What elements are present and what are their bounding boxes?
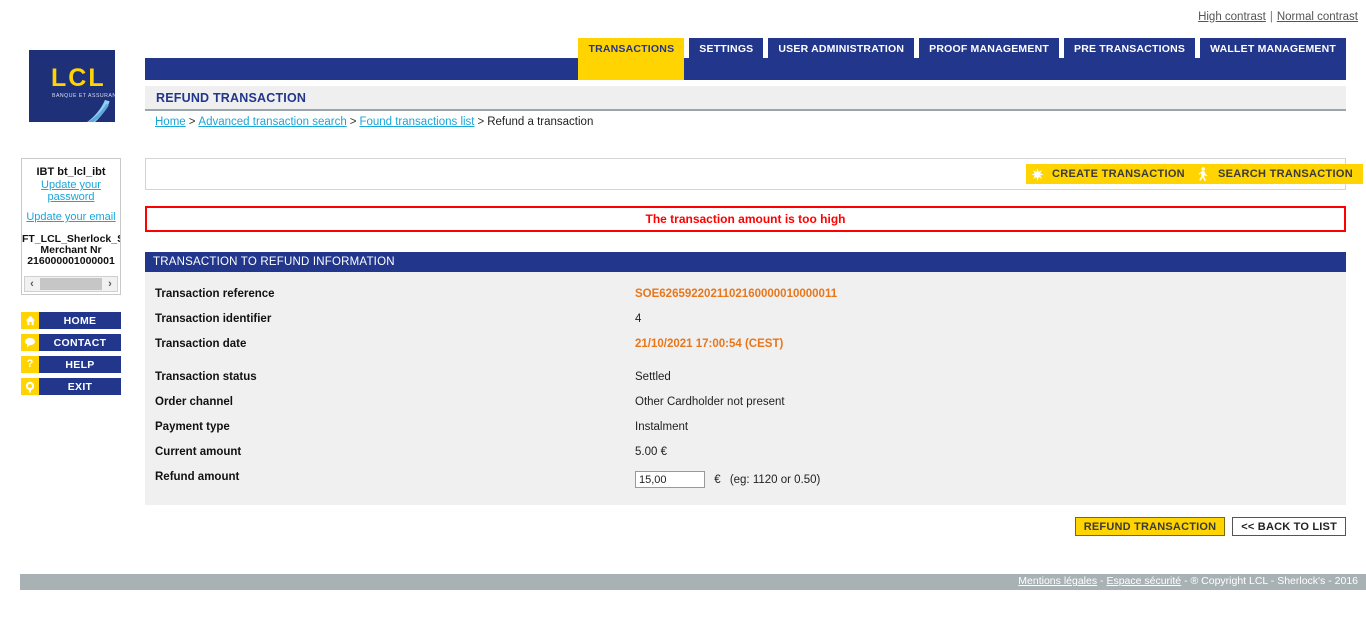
legal-notice-link[interactable]: Mentions légales [1018,575,1097,587]
row-label: Order channel [155,396,233,408]
side-nav-exit-label: EXIT [39,378,121,395]
row-value: 5.00 € [635,446,667,458]
footer-dash: - [1100,575,1104,587]
tab-proof-management[interactable]: PROOF MANAGEMENT [919,38,1059,60]
breadcrumb-item-home[interactable]: Home [155,116,186,128]
lcl-logo[interactable]: LCL BANQUE ET ASSURANCE [29,50,115,122]
breadcrumb-separator: > [349,116,357,128]
tab-transactions[interactable]: TRANSACTIONS [578,38,685,80]
refund-amount-label: Refund amount [155,471,240,483]
row-label: Transaction date [155,338,247,350]
refund-amount-input[interactable] [635,471,705,488]
power-icon [21,378,39,395]
walking-person-icon [1192,164,1214,184]
row-value: 4 [635,313,642,325]
refund-amount-hint: (eg: 1120 or 0.50) [729,473,821,486]
side-nav-home-label: HOME [39,312,121,329]
panel-header: TRANSACTION TO REFUND INFORMATION [145,252,1346,272]
nav-blue-bar [145,58,1346,80]
scroll-right-icon[interactable]: › [103,278,117,290]
breadcrumb-separator: > [477,116,485,128]
contrast-separator: | [1269,11,1273,23]
high-contrast-link[interactable]: High contrast [1198,11,1266,23]
tab-pre-transactions[interactable]: PRE TRANSACTIONS [1063,38,1196,60]
normal-contrast-link[interactable]: Normal contrast [1277,11,1358,23]
row-value: 21/10/2021 17:00:54 (CEST) [635,338,784,350]
security-space-link[interactable]: Espace sécurité [1106,575,1181,587]
side-nav-contact[interactable]: CONTACT [21,334,121,351]
footer-text: Mentions légales - Espace sécurité - ® C… [1018,575,1358,587]
breadcrumb-item-current: Refund a transaction [487,116,594,128]
page-title: REFUND TRANSACTION [156,91,307,105]
search-transaction-label: SEARCH TRANSACTION [1214,164,1363,184]
row-label: Transaction identifier [155,313,272,325]
logo-tagline: BANQUE ET ASSURANCE [52,93,115,99]
action-toolbar: CREATE TRANSACTION SEARCH TRANSACTION [145,158,1363,190]
row-transaction-date: Transaction date 21/10/2021 17:00:54 (CE… [145,336,1346,361]
logo-wordmark: LCL [51,64,106,92]
row-transaction-status: Transaction status Settled [145,369,1346,394]
row-transaction-identifier: Transaction identifier 4 [145,311,1346,336]
breadcrumb: Home > Advanced transaction search > Found t… [155,116,593,128]
user-info-panel: IBT bt_lcl_ibt Update your password Upda… [21,158,121,295]
row-current-amount: Current amount 5.00 € [145,444,1346,469]
refund-amount-field-group: € (eg: 1120 or 0.50) [635,469,820,488]
breadcrumb-separator: > [188,116,196,128]
error-message: The transaction amount is too high [645,212,846,226]
row-label: Current amount [155,446,242,458]
panel-rows: Transaction reference SOE626592202110216… [145,272,1346,497]
page-root: High contrast | Normal contrast LCL BANQUE… [0,0,1366,619]
side-nav-help-label: HELP [39,356,121,373]
search-transaction-button[interactable]: SEARCH TRANSACTION [1192,164,1363,184]
side-nav-contact-label: CONTACT [39,334,121,351]
row-transaction-reference: Transaction reference SOE626592202110216… [145,286,1346,311]
update-email-link[interactable]: Update your email [22,211,120,223]
row-label: Payment type [155,421,230,433]
refund-transaction-button[interactable]: REFUND TRANSACTION [1074,517,1226,536]
scrollbar-thumb[interactable] [40,278,102,290]
footer-copyright: - ® Copyright LCL - Sherlock's - 2016 [1184,575,1358,587]
currency-symbol: € [714,473,721,486]
row-value: Instalment [635,421,689,433]
merchant-number-value: 216000001000001 [27,255,115,267]
contrast-links: High contrast | Normal contrast [1198,11,1358,23]
form-actions: REFUND TRANSACTION << BACK TO LIST [1074,517,1346,536]
row-refund-amount: Refund amount € (eg: 1120 or 0.50) [145,469,1346,497]
create-transaction-label: CREATE TRANSACTION [1048,164,1195,184]
row-label: Transaction reference [155,288,275,300]
update-password-link[interactable]: Update your password [22,179,120,203]
main-nav-tabs: TRANSACTIONS SETTINGS USER ADMINISTRATIO… [578,38,1346,80]
star-burst-icon [1026,164,1048,184]
row-value: Settled [635,371,671,383]
page-title-band: REFUND TRANSACTION [145,86,1346,111]
back-to-list-button[interactable]: << BACK TO LIST [1232,517,1346,536]
question-mark-icon: ? [21,356,39,373]
merchant-scrollbar[interactable]: ‹ › [24,276,118,292]
row-order-channel: Order channel Other Cardholder not prese… [145,394,1346,419]
row-value: Other Cardholder not present [635,396,785,408]
row-payment-type: Payment type Instalment [145,419,1346,444]
breadcrumb-item-advanced-search[interactable]: Advanced transaction search [198,116,346,128]
footer-bar: Mentions légales - Espace sécurité - ® C… [20,574,1366,590]
home-icon [21,312,39,329]
tab-settings[interactable]: SETTINGS [689,38,764,60]
error-banner: The transaction amount is too high [145,206,1346,232]
scroll-left-icon[interactable]: ‹ [25,278,39,290]
side-nav-exit[interactable]: EXIT [21,378,121,395]
side-nav-home[interactable]: HOME [21,312,121,329]
username-label: IBT bt_lcl_ibt [36,166,106,178]
breadcrumb-item-found-list[interactable]: Found transactions list [359,116,474,128]
row-value: SOE6265922021102160000010000011 [635,288,838,300]
tab-wallet-management[interactable]: WALLET MANAGEMENT [1200,38,1346,60]
tab-user-administration[interactable]: USER ADMINISTRATION [768,38,915,60]
side-nav-help[interactable]: ? HELP [21,356,121,373]
speech-bubble-icon [21,334,39,351]
create-transaction-button[interactable]: CREATE TRANSACTION [1026,164,1195,184]
transaction-info-panel: TRANSACTION TO REFUND INFORMATION Transa… [145,252,1346,505]
side-navigation: HOME CONTACT ? HELP EXIT [21,312,121,400]
row-label: Transaction status [155,371,257,383]
